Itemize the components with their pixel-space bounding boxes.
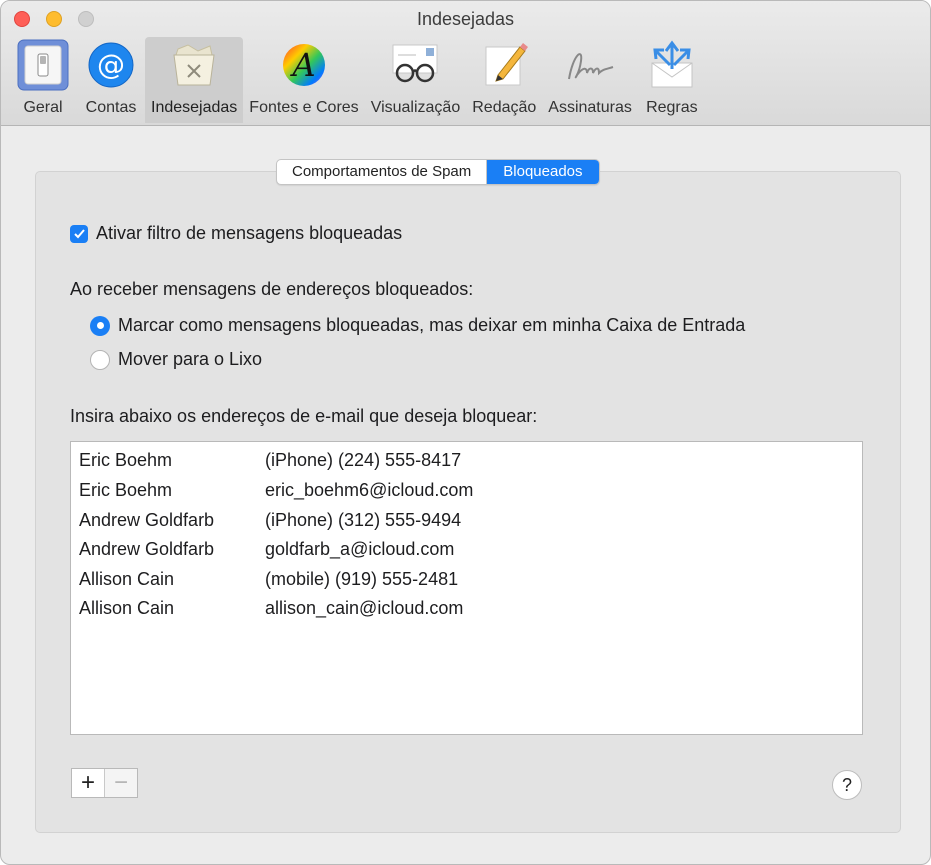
switch-icon bbox=[15, 37, 71, 93]
contact-name: Allison Cain bbox=[79, 569, 175, 589]
contact-name: Andrew Goldfarb bbox=[79, 539, 215, 559]
remove-button[interactable]: − bbox=[105, 769, 137, 797]
toolbar-label: Assinaturas bbox=[548, 99, 632, 116]
svg-text:@: @ bbox=[97, 48, 125, 81]
enable-filter-row[interactable]: Ativar filtro de mensagens bloqueadas bbox=[70, 223, 402, 244]
list-item[interactable]: Andrew Goldfarb goldfarb_a@icloud.com bbox=[79, 539, 454, 560]
preferences-toolbar: Geral @ Contas Indesejadas A Fontes e Co… bbox=[9, 37, 706, 123]
toolbar-label: Indesejadas bbox=[151, 99, 238, 116]
list-item[interactable]: Eric Boehm (iPhone) (224) 555-8417 bbox=[79, 450, 461, 471]
contact-name: Eric Boehm bbox=[79, 450, 173, 470]
toolbar-item-regras[interactable]: Regras bbox=[638, 37, 706, 123]
tab-control: Comportamentos de Spam Bloqueados bbox=[276, 159, 600, 185]
receive-heading: Ao receber mensagens de endereços bloque… bbox=[70, 279, 474, 299]
toolbar-item-fontes-e-cores[interactable]: A Fontes e Cores bbox=[243, 37, 364, 123]
radio-button-selected[interactable] bbox=[90, 315, 110, 336]
contact-address: allison_cain@icloud.com bbox=[265, 598, 464, 618]
add-remove-control: + − bbox=[71, 768, 138, 798]
radio-mark-label: Marcar como mensagens bloqueadas, mas de… bbox=[118, 315, 746, 335]
list-item[interactable]: Allison Cain (mobile) (919) 555-2481 bbox=[79, 569, 458, 590]
contact-address: goldfarb_a@icloud.com bbox=[265, 539, 455, 559]
toolbar-label: Fontes e Cores bbox=[249, 99, 359, 116]
list-item[interactable]: Andrew Goldfarb (iPhone) (312) 555-9494 bbox=[79, 510, 461, 531]
blocked-addresses-list[interactable]: Eric Boehm (iPhone) (224) 555-8417 Eric … bbox=[70, 441, 863, 735]
glasses-icon bbox=[387, 37, 443, 93]
toolbar-item-geral[interactable]: Geral bbox=[9, 37, 77, 123]
list-heading: Insira abaixo os endereços de e-mail que… bbox=[70, 406, 538, 426]
radio-button[interactable] bbox=[90, 349, 110, 370]
help-button[interactable]: ? bbox=[832, 770, 862, 800]
toolbar-item-visualizacao[interactable]: Visualização bbox=[365, 37, 467, 123]
list-item[interactable]: Allison Cain allison_cain@icloud.com bbox=[79, 598, 463, 619]
toolbar-label: Redação bbox=[472, 99, 537, 116]
contact-name: Andrew Goldfarb bbox=[79, 510, 215, 530]
window-title: Indesejadas bbox=[416, 9, 515, 29]
contact-address: (mobile) (919) 555-2481 bbox=[265, 569, 459, 589]
toolbar-label: Contas bbox=[85, 99, 137, 116]
contact-address: (iPhone) (312) 555-9494 bbox=[265, 510, 462, 530]
toolbar-item-redacao[interactable]: Redação bbox=[466, 37, 542, 123]
contact-name: Allison Cain bbox=[79, 598, 175, 618]
at-sign-icon: @ bbox=[83, 37, 139, 93]
toolbar-item-contas[interactable]: @ Contas bbox=[77, 37, 145, 123]
toolbar-label: Regras bbox=[646, 99, 698, 116]
toolbar-item-assinaturas[interactable]: Assinaturas bbox=[542, 37, 638, 123]
tab-spam-behaviors[interactable]: Comportamentos de Spam bbox=[277, 160, 488, 184]
preferences-window: Indesejadas Geral @ Contas Indesejadas A… bbox=[0, 0, 931, 865]
checkmark-icon bbox=[73, 229, 85, 239]
title-bar: Indesejadas Geral @ Contas Indesejadas A… bbox=[1, 1, 930, 126]
contact-name: Eric Boehm bbox=[79, 480, 173, 500]
toolbar-item-indesejadas[interactable]: Indesejadas bbox=[145, 37, 244, 123]
list-item[interactable]: Eric Boehm eric_boehm6@icloud.com bbox=[79, 480, 473, 501]
pencil-paper-icon bbox=[476, 37, 532, 93]
radio-trash-label: Mover para o Lixo bbox=[118, 349, 263, 369]
toolbar-label: Geral bbox=[23, 99, 63, 116]
radio-move-trash[interactable]: Mover para o Lixo bbox=[90, 349, 262, 370]
junk-tray-icon bbox=[166, 37, 222, 93]
font-color-icon: A bbox=[276, 37, 332, 93]
radio-mark-blocked[interactable]: Marcar como mensagens bloqueadas, mas de… bbox=[90, 315, 745, 336]
enable-filter-label: Ativar filtro de mensagens bloqueadas bbox=[96, 223, 403, 243]
contact-address: (iPhone) (224) 555-8417 bbox=[265, 450, 462, 470]
add-button[interactable]: + bbox=[72, 769, 105, 797]
tab-blocked[interactable]: Bloqueados bbox=[487, 160, 599, 184]
svg-text:A: A bbox=[289, 46, 315, 84]
toolbar-label: Visualização bbox=[370, 99, 461, 116]
signature-icon bbox=[562, 37, 618, 93]
enable-filter-checkbox[interactable] bbox=[70, 224, 88, 243]
contact-address: eric_boehm6@icloud.com bbox=[265, 480, 474, 500]
envelope-arrows-icon bbox=[644, 37, 700, 93]
